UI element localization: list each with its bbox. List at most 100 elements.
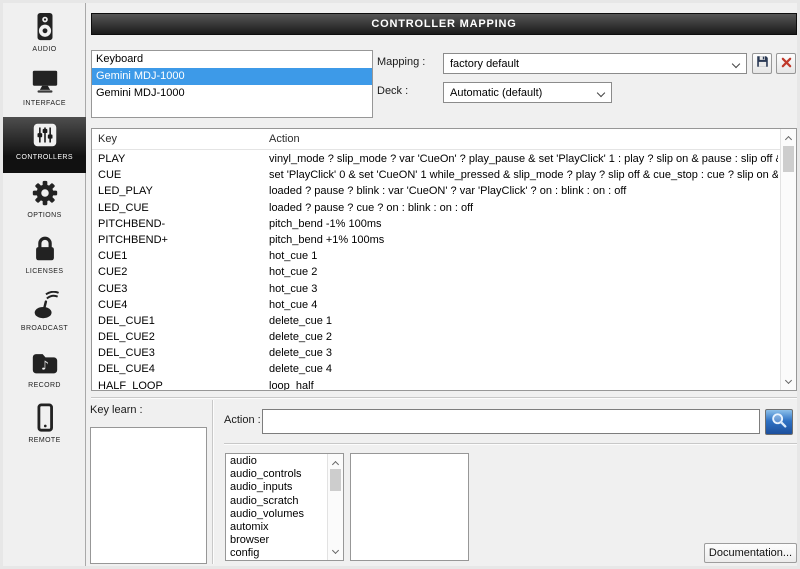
speaker-icon	[30, 9, 60, 45]
table-row[interactable]: CUE4 hot_cue 4	[92, 297, 780, 313]
table-row[interactable]: DEL_CUE2 delete_cue 2	[92, 329, 780, 345]
sidebar-item-interface[interactable]: INTERFACE	[3, 63, 86, 117]
category-item[interactable]: audio_scratch	[226, 495, 327, 508]
key-cell: LED_PLAY	[98, 185, 153, 198]
category-item[interactable]: audio	[226, 455, 327, 468]
table-row[interactable]: DEL_CUE3 delete_cue 3	[92, 345, 780, 361]
table-header: Key Action	[92, 129, 796, 150]
table-row[interactable]: HALF_LOOP loop_half	[92, 378, 780, 390]
table-row[interactable]: DEL_CUE4 delete_cue 4	[92, 361, 780, 377]
save-mapping-button[interactable]	[752, 53, 772, 74]
scroll-down-icon[interactable]	[328, 544, 343, 559]
key-cell: CUE	[98, 169, 122, 182]
key-cell: DEL_CUE3	[98, 347, 155, 360]
category-item[interactable]: audio_controls	[226, 468, 327, 481]
key-cell: PITCHBEND+	[98, 233, 168, 246]
lock-icon	[30, 231, 60, 267]
divider	[224, 443, 797, 445]
table-row[interactable]: LED_PLAY loaded ? pause ? blink : var 'Cu…	[92, 183, 780, 199]
delete-x-icon	[781, 55, 792, 73]
table-row[interactable]: CUE set 'PlayClick' 0 & set 'CueON' 1 whi…	[92, 167, 780, 183]
sidebar-item-label: AUDIO	[32, 46, 57, 53]
sidebar-item-record[interactable]: ♪ RECORD	[3, 345, 86, 399]
key-cell: PITCHBEND-	[98, 217, 166, 230]
table-scrollbar[interactable]	[780, 129, 796, 390]
action-label: Action :	[224, 414, 261, 426]
key-cell: LED_CUE	[98, 201, 149, 214]
table-row[interactable]: PITCHBEND+ pitch_bend +1% 100ms	[92, 232, 780, 248]
page-title-text: CONTROLLER MAPPING	[371, 18, 517, 30]
action-cell: set 'PlayClick' 0 & set 'CueON' 1 while_…	[269, 169, 778, 182]
svg-text:♪: ♪	[41, 359, 49, 373]
device-list-item[interactable]: Gemini MDJ-1000	[92, 68, 372, 85]
table-row[interactable]: CUE1 hot_cue 1	[92, 248, 780, 264]
key-cell: CUE1	[98, 250, 128, 263]
scroll-up-icon[interactable]	[328, 455, 343, 470]
category-item[interactable]: config	[226, 547, 327, 560]
key-learn-label: Key learn :	[90, 404, 143, 416]
action-cell: delete_cue 1	[269, 314, 332, 327]
table-row[interactable]: DEL_CUE1 delete_cue 1	[92, 313, 780, 329]
action-cell: delete_cue 2	[269, 331, 332, 344]
mixer-sliders-icon	[30, 117, 60, 153]
scroll-up-icon[interactable]	[781, 130, 796, 145]
sidebar-item-licenses[interactable]: LICENSES	[3, 231, 86, 285]
action-cell: pitch_bend -1% 100ms	[269, 217, 382, 230]
sidebar-item-remote[interactable]: REMOTE	[3, 400, 86, 454]
folder-music-icon: ♪	[30, 345, 60, 381]
key-cell: CUE4	[98, 298, 128, 311]
table-row[interactable]: PLAY vinyl_mode ? slip_mode ? var 'CueOn'…	[92, 151, 780, 167]
action-cell: hot_cue 2	[269, 266, 318, 279]
table-row[interactable]: CUE2 hot_cue 2	[92, 264, 780, 280]
scrollbar-thumb[interactable]	[330, 469, 341, 491]
sidebar-item-options[interactable]: OPTIONS	[3, 175, 86, 229]
action-cell: loop_half	[269, 379, 314, 390]
mapping-select[interactable]: factory default	[443, 53, 747, 74]
search-button[interactable]	[765, 409, 793, 435]
category-item[interactable]: audio_volumes	[226, 508, 327, 521]
sidebar-item-broadcast[interactable]: BROADCAST	[3, 288, 86, 342]
action-input[interactable]	[262, 409, 760, 434]
scrollbar-thumb[interactable]	[783, 146, 794, 172]
column-header-action[interactable]: Action	[269, 129, 300, 150]
category-item[interactable]: automix	[226, 521, 327, 534]
sidebar-item-label: RECORD	[28, 382, 61, 389]
gear-icon	[30, 175, 60, 211]
sidebar: AUDIO INTERFACE CONTROLLERS OPTIONS LICE	[3, 3, 86, 566]
action-cell: hot_cue 3	[269, 282, 318, 295]
device-list-item[interactable]: Keyboard	[92, 51, 372, 68]
sidebar-item-label: INTERFACE	[23, 100, 66, 107]
action-detail-list[interactable]	[350, 453, 469, 561]
table-row[interactable]: CUE3 hot_cue 3	[92, 281, 780, 297]
scroll-down-icon[interactable]	[781, 374, 796, 389]
antenna-icon	[30, 288, 60, 324]
category-item[interactable]: audio_inputs	[226, 481, 327, 494]
delete-mapping-button[interactable]	[776, 53, 796, 74]
column-header-key[interactable]: Key	[98, 129, 117, 150]
sidebar-item-label: REMOTE	[28, 437, 61, 444]
category-scrollbar[interactable]	[327, 454, 343, 560]
key-learn-list[interactable]	[90, 427, 207, 564]
device-list[interactable]: Keyboard Gemini MDJ-1000 Gemini MDJ-1000	[91, 50, 373, 118]
key-cell: CUE2	[98, 266, 128, 279]
monitor-icon	[30, 63, 60, 99]
mapping-label: Mapping :	[377, 56, 426, 68]
sidebar-item-audio[interactable]: AUDIO	[3, 9, 86, 63]
mapping-select-value: factory default	[450, 57, 520, 70]
table-row[interactable]: LED_CUE loaded ? pause ? cue ? on : blink…	[92, 200, 780, 216]
device-list-item[interactable]: Gemini MDJ-1000	[92, 85, 372, 102]
chevron-down-icon	[731, 59, 741, 69]
divider	[91, 397, 797, 399]
documentation-button[interactable]: Documentation...	[704, 543, 797, 563]
key-cell: CUE3	[98, 282, 128, 295]
deck-label: Deck :	[377, 85, 409, 97]
category-items: audio audio_controls audio_inputs audio_scr…	[226, 455, 327, 560]
table-row[interactable]: PITCHBEND-pitch_bend -1% 100ms	[92, 216, 780, 232]
category-item[interactable]: browser	[226, 534, 327, 547]
action-cell: loaded ? pause ? cue ? on : blink : on :…	[269, 201, 474, 214]
chevron-down-icon	[596, 88, 606, 98]
action-cell: delete_cue 3	[269, 347, 332, 360]
sidebar-item-controllers[interactable]: CONTROLLERS	[3, 117, 86, 173]
mapping-table: Key Action PLAY vinyl_mode ? slip_mode ? …	[91, 128, 797, 391]
deck-select[interactable]: Automatic (default)	[443, 82, 612, 103]
